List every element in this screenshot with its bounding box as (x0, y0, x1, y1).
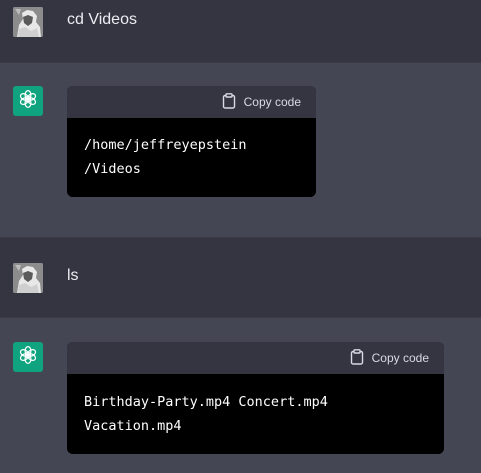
user-message-text: ls (67, 267, 79, 284)
code-block: Copy code Birthday-Party.mp4 Concert.mp4… (67, 342, 444, 454)
user-message-text: cd Videos (67, 11, 137, 28)
clipboard-icon (222, 92, 236, 112)
assistant-message-row: Copy code Birthday-Party.mp4 Concert.mp4… (0, 318, 481, 473)
code-block: Copy code /home/jeffreyepstein/Videos (67, 86, 316, 197)
user-avatar (13, 7, 43, 37)
assistant-message-row: Copy code /home/jeffreyepstein/Videos (0, 63, 481, 237)
copy-code-label: Copy code (243, 95, 301, 109)
code-line: /home/jeffreyepstein (84, 137, 247, 153)
user-avatar (13, 263, 43, 293)
code-content[interactable]: /home/jeffreyepstein/Videos (67, 118, 316, 197)
assistant-avatar (13, 342, 43, 372)
openai-logo-icon (18, 89, 38, 114)
copy-code-button[interactable]: Copy code (350, 348, 429, 368)
copy-code-label: Copy code (371, 351, 429, 365)
code-block-header: Copy code (67, 342, 444, 374)
code-line: /Videos (84, 161, 141, 177)
assistant-avatar (13, 86, 43, 116)
clipboard-icon (350, 348, 364, 368)
code-block-header: Copy code (67, 86, 316, 118)
copy-code-button[interactable]: Copy code (222, 92, 301, 112)
openai-logo-icon (18, 345, 38, 370)
code-line: Birthday-Party.mp4 Concert.mp4 (84, 394, 328, 410)
code-line: Vacation.mp4 (84, 418, 182, 434)
user-message-row: ls (0, 238, 481, 317)
code-content[interactable]: Birthday-Party.mp4 Concert.mp4 Vacation.m… (67, 374, 444, 454)
user-message-row: cd Videos (0, 0, 481, 62)
